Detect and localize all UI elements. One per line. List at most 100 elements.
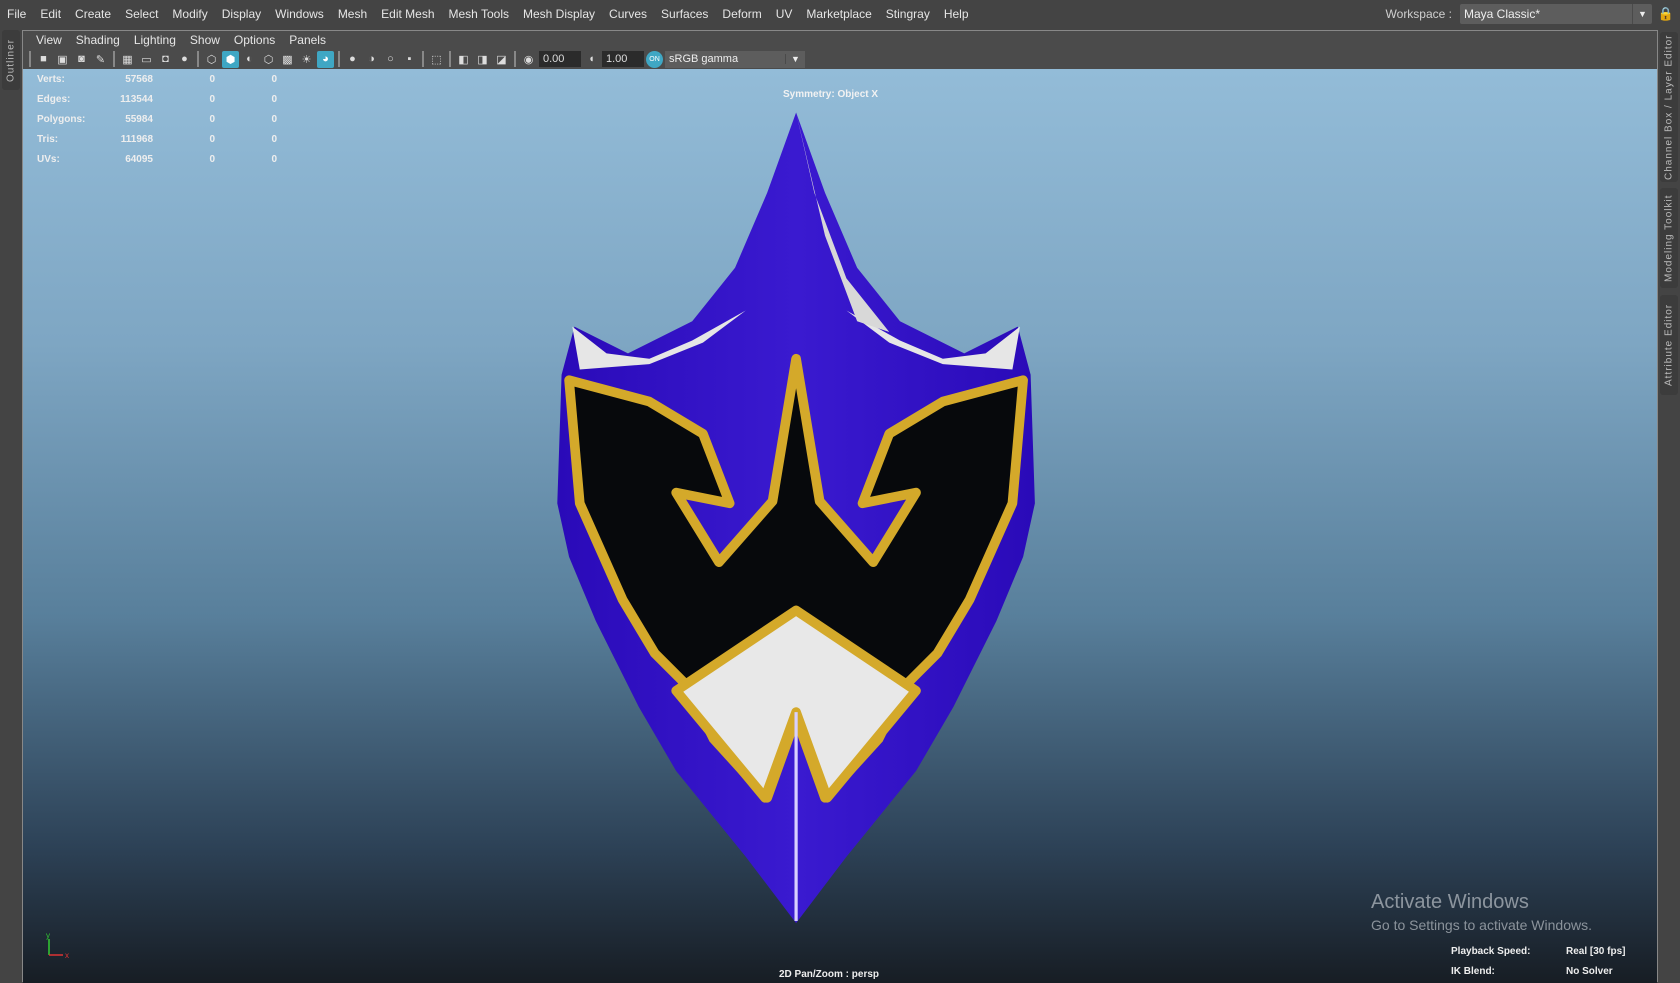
3d-viewport[interactable]: Verts: 57568 0 0 Edges: 113544 0 0 Polygons: 5598… bbox=[23, 69, 1657, 983]
menu-select[interactable]: Select bbox=[118, 7, 165, 21]
viewport-panel: View Shading Lighting Show Options Panels ■ ▣… bbox=[22, 30, 1658, 983]
menu-edit[interactable]: Edit bbox=[33, 7, 68, 21]
stat-label: Polygons: bbox=[37, 113, 86, 125]
watermark-title: Activate Windows bbox=[1371, 891, 1529, 913]
menu-create[interactable]: Create bbox=[68, 7, 118, 21]
stat-sel: 0 bbox=[209, 153, 215, 165]
smooth-shade-icon[interactable]: ⬢ bbox=[222, 50, 239, 68]
divider bbox=[113, 51, 115, 67]
divider bbox=[514, 51, 516, 67]
menu-modify[interactable]: Modify bbox=[165, 7, 214, 21]
lights-icon[interactable]: ☀ bbox=[298, 51, 315, 68]
watermark-subtitle: Go to Settings to activate Windows. bbox=[1371, 917, 1592, 933]
workspace-label: Workspace : bbox=[1385, 7, 1452, 21]
stat-row: Polygons: 55984 0 0 bbox=[37, 109, 277, 129]
grease-pencil-icon[interactable]: ✎ bbox=[92, 51, 109, 68]
grid-icon[interactable]: ▦ bbox=[119, 51, 136, 68]
divider bbox=[449, 51, 451, 67]
menu-mesh-tools[interactable]: Mesh Tools bbox=[442, 7, 516, 21]
chevron-down-icon[interactable]: ▼ bbox=[1632, 4, 1652, 24]
menu-surfaces[interactable]: Surfaces bbox=[654, 7, 715, 21]
isolate-select-icon[interactable]: ⬚ bbox=[428, 51, 445, 68]
stat-sel: 0 bbox=[209, 113, 215, 125]
film-gate-icon[interactable]: ▭ bbox=[138, 51, 155, 68]
divider bbox=[338, 51, 340, 67]
stat-value: 111968 bbox=[120, 133, 153, 145]
gate-mask-icon[interactable]: ● bbox=[176, 51, 193, 68]
stat-row: UVs: 64095 0 0 bbox=[37, 149, 277, 169]
menu-mesh[interactable]: Mesh bbox=[331, 7, 374, 21]
lock-icon[interactable]: 🔒 bbox=[1656, 6, 1676, 22]
stat-sel2: 0 bbox=[271, 93, 277, 105]
attribute-editor-tab[interactable]: Attribute Editor bbox=[1660, 295, 1678, 395]
stat-sel: 0 bbox=[209, 133, 215, 145]
gamma-input[interactable]: 1.00 bbox=[602, 51, 644, 67]
ik-blend-value: No Solver bbox=[1566, 965, 1613, 977]
screen-space-ao-icon[interactable]: ● bbox=[344, 51, 361, 68]
playback-speed-label: Playback Speed: bbox=[1451, 945, 1531, 957]
camera-attributes-icon[interactable]: ◙ bbox=[73, 51, 90, 68]
stat-sel: 0 bbox=[209, 93, 215, 105]
panel-menu-panels[interactable]: Panels bbox=[282, 33, 333, 47]
camera-icon[interactable]: ■ bbox=[35, 51, 52, 68]
activate-windows-watermark: Activate Windows Go to Settings to activ… bbox=[1371, 891, 1592, 933]
anti-aliasing-icon[interactable]: ○ bbox=[382, 51, 399, 68]
divider bbox=[29, 51, 31, 67]
wireframe-icon[interactable]: ⬡ bbox=[203, 51, 220, 68]
symmetry-label: Symmetry: Object X bbox=[783, 89, 879, 100]
menu-marketplace[interactable]: Marketplace bbox=[799, 7, 878, 21]
view-transform-dropdown[interactable]: sRGB gamma ▼ bbox=[665, 50, 805, 68]
color-management-toggle[interactable]: ON bbox=[646, 50, 663, 68]
axis-y-label: y bbox=[46, 931, 50, 940]
panel-menu-options[interactable]: Options bbox=[227, 33, 282, 47]
menu-curves[interactable]: Curves bbox=[602, 7, 654, 21]
workspace-area: Workspace : Maya Classic* ▼ 🔒 bbox=[1386, 0, 1680, 28]
panel-menubar: View Shading Lighting Show Options Panels bbox=[23, 31, 1657, 49]
menu-display[interactable]: Display bbox=[215, 7, 268, 21]
workspace-dropdown[interactable]: Maya Classic* ▼ bbox=[1460, 4, 1652, 24]
wireframe-on-shaded-icon[interactable]: ⬡ bbox=[260, 51, 277, 68]
stat-row: Edges: 113544 0 0 bbox=[37, 89, 277, 109]
default-material-icon[interactable]: ◐ bbox=[241, 51, 258, 68]
channel-box-tab[interactable]: Channel Box / Layer Editor bbox=[1660, 32, 1678, 182]
xray-components-icon[interactable]: ◪ bbox=[493, 51, 510, 68]
stat-value: 55984 bbox=[125, 113, 153, 125]
motion-blur-icon[interactable]: ◑ bbox=[363, 51, 380, 68]
exposure-icon[interactable]: ◉ bbox=[520, 51, 537, 68]
gamma-icon[interactable]: ◖ bbox=[583, 51, 600, 68]
menu-deform[interactable]: Deform bbox=[715, 7, 768, 21]
menu-windows[interactable]: Windows bbox=[268, 7, 331, 21]
camera-label: 2D Pan/Zoom : persp bbox=[779, 969, 880, 980]
xray-joints-icon[interactable]: ◨ bbox=[474, 51, 491, 68]
stat-label: UVs: bbox=[37, 153, 60, 165]
shadows-icon[interactable]: ◕ bbox=[317, 50, 334, 68]
menu-file[interactable]: File bbox=[0, 7, 33, 21]
chevron-down-icon[interactable]: ▼ bbox=[785, 54, 805, 64]
outliner-tab[interactable]: Outliner bbox=[2, 30, 20, 90]
stat-sel2: 0 bbox=[271, 73, 277, 85]
menu-stingray[interactable]: Stingray bbox=[879, 7, 937, 21]
view-transform-value: sRGB gamma bbox=[669, 53, 739, 65]
textured-icon[interactable]: ▩ bbox=[279, 51, 296, 68]
panel-menu-view[interactable]: View bbox=[29, 33, 69, 47]
stat-label: Tris: bbox=[37, 133, 59, 145]
menu-edit-mesh[interactable]: Edit Mesh bbox=[374, 7, 441, 21]
stat-sel2: 0 bbox=[271, 153, 277, 165]
menu-uv[interactable]: UV bbox=[769, 7, 800, 21]
workspace-value: Maya Classic* bbox=[1464, 7, 1541, 21]
xray-icon[interactable]: ◧ bbox=[455, 51, 472, 68]
divider bbox=[197, 51, 199, 67]
panel-menu-show[interactable]: Show bbox=[183, 33, 227, 47]
stat-row: Tris: 111968 0 0 bbox=[37, 129, 277, 149]
panel-toolbar: ■ ▣ ◙ ✎ ▦ ▭ ◘ ● ⬡ ⬢ ◐ ⬡ ▩ ☀ ◕ ● ◑ ○ ▪ ⬚ … bbox=[23, 49, 1657, 69]
menu-mesh-display[interactable]: Mesh Display bbox=[516, 7, 602, 21]
resolution-gate-icon[interactable]: ◘ bbox=[157, 51, 174, 68]
lock-camera-icon[interactable]: ▣ bbox=[54, 51, 71, 68]
modeling-toolkit-tab[interactable]: Modeling Toolkit bbox=[1660, 188, 1678, 288]
menu-help[interactable]: Help bbox=[937, 7, 976, 21]
playback-hud: Playback Speed: Real [30 fps] IK Blend: No… bbox=[1451, 941, 1625, 981]
depth-of-field-icon[interactable]: ▪ bbox=[401, 51, 418, 68]
exposure-input[interactable]: 0.00 bbox=[539, 51, 581, 67]
panel-menu-shading[interactable]: Shading bbox=[69, 33, 127, 47]
panel-menu-lighting[interactable]: Lighting bbox=[127, 33, 183, 47]
